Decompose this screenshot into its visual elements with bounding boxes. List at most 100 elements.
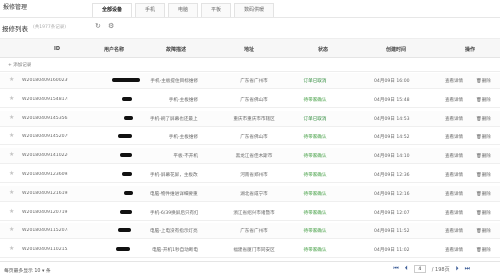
status-badge: 订单已取消 (303, 79, 327, 84)
address: 浙江省绍兴市诸暨市 (233, 210, 275, 216)
delete-button[interactable]: 🗑删除 (476, 191, 491, 197)
status-badge: 待带家确认 (303, 173, 327, 178)
status-badge: 订单已取消 (303, 116, 327, 122)
fault-description: 手机-刷了屏幕也还最上... (150, 116, 198, 122)
redacted-username (124, 115, 133, 120)
view-details-button[interactable]: 查看详情 (445, 228, 463, 234)
star-icon[interactable]: ★ (9, 208, 14, 215)
delete-label: 删除 (481, 116, 491, 122)
col-actions: 操作 (465, 47, 476, 53)
created-time: 04月09日 14:53 (374, 116, 410, 122)
delete-button[interactable]: 🗑删除 (476, 210, 491, 216)
record-id: W201804091548178644... (22, 96, 68, 102)
last-page-icon[interactable]: ⏭ (465, 265, 470, 273)
table-row[interactable]: ★ W201804091102153502... 电脑-开机1秒自动断电 福建省厦门市… (0, 242, 500, 259)
view-details-button[interactable]: 查看详情 (445, 134, 463, 140)
delete-label: 删除 (481, 135, 491, 141)
table-row[interactable]: ★ W201804091410226157... 平板-不开机 黑龙江省佳木斯市 待带家… (0, 148, 500, 165)
col-status[interactable]: 状态 (318, 46, 328, 53)
status-badge: 待带家确认 (303, 210, 327, 216)
created-time: 04月09日 14:10 (374, 154, 410, 160)
delete-label: 删除 (481, 79, 491, 84)
tab-tablet[interactable]: 平板 (201, 3, 232, 17)
star-icon[interactable]: ★ (9, 189, 14, 196)
address: 福建省厦门市同安区 (233, 248, 275, 254)
delete-button[interactable]: 🗑删除 (476, 78, 491, 84)
created-time: 04月09日 12:16 (374, 191, 410, 197)
table-row[interactable]: ★ W201804091236092021... 手机-屏幕花屏，主板改坏... 河南… (0, 167, 500, 183)
delete-button[interactable]: 🗑删除 (476, 134, 491, 140)
tab-phone[interactable]: 手机 (135, 3, 166, 17)
redacted-username (122, 172, 132, 176)
delete-label: 删除 (481, 210, 491, 216)
redacted-username (116, 247, 130, 252)
star-icon[interactable]: ★ (9, 151, 14, 158)
col-created[interactable]: 创建时间 (386, 46, 406, 53)
view-details-button[interactable]: 查看详情 (445, 153, 463, 159)
add-record-button[interactable]: + 添加记录 (8, 62, 31, 68)
created-time: 04月09日 15:48 (374, 97, 410, 103)
per-page-control: 每页最多显示 10 ▾ 条 (4, 267, 51, 274)
pager: ⏮ ⏴ 4 / 198页 ⏵ ⏭ (393, 265, 470, 273)
star-icon[interactable]: ★ (9, 245, 14, 252)
gear-icon[interactable]: ⚙ (108, 22, 114, 30)
delete-button[interactable]: 🗑删除 (476, 116, 491, 122)
star-icon[interactable]: ★ (9, 132, 14, 139)
view-details-button[interactable]: 查看详情 (445, 210, 463, 216)
star-icon[interactable]: ★ (9, 95, 14, 102)
star-icon[interactable]: ★ (9, 114, 14, 121)
total-pages: / 198页 (431, 266, 450, 273)
col-username[interactable]: 用户名称 (104, 46, 124, 53)
fault-description: 平板-不开机 (173, 154, 198, 160)
col-address[interactable]: 地址 (244, 46, 254, 53)
tab-computer[interactable]: 电脑 (168, 3, 199, 17)
table-row[interactable]: ★ W201804091152074768... 电脑-上电没有指示灯亮... 广东省… (0, 223, 500, 240)
view-details-button[interactable]: 查看详情 (445, 97, 463, 103)
per-page-select[interactable]: 10 (34, 269, 40, 274)
next-page-icon[interactable]: ⏵ (456, 265, 459, 273)
fault-description: 手机-6/39换屏后只有红光... (150, 210, 198, 216)
tab-digital[interactable]: 数码供暖 (234, 3, 275, 17)
view-details-button[interactable]: 查看详情 (445, 172, 463, 178)
page-input[interactable]: 4 (413, 265, 426, 273)
fault-description: 手机-主板维修 (168, 97, 198, 103)
status-badge: 待带家确认 (303, 248, 327, 254)
redacted-username (122, 96, 132, 101)
delete-button[interactable]: 🗑删除 (476, 97, 491, 103)
table-row[interactable]: ★ W201804091216198074... 电脑-物件维进详细要重启 湖北省咸宁… (0, 185, 500, 202)
delete-label: 删除 (481, 229, 491, 235)
record-id: W201804091236092021... (22, 172, 68, 177)
table-row[interactable]: ★ W201804091548178644... 手机-主板维修 广东省佛山市 待带家确… (0, 92, 500, 108)
view-details-button[interactable]: 查看详情 (445, 191, 463, 197)
col-id[interactable]: ID (54, 46, 60, 52)
prev-page-icon[interactable]: ⏴ (405, 265, 408, 273)
first-page-icon[interactable]: ⏮ (393, 265, 398, 273)
delete-button[interactable]: 🗑删除 (476, 172, 491, 178)
star-icon[interactable]: ★ (9, 226, 14, 233)
delete-button[interactable]: 🗑删除 (476, 228, 491, 234)
delete-button[interactable]: 🗑删除 (476, 153, 491, 159)
delete-label: 删除 (481, 154, 491, 160)
view-details-button[interactable]: 查看详情 (445, 247, 463, 253)
add-bar: + 添加记录 (0, 59, 500, 72)
record-id: W201804091102153502... (22, 247, 68, 253)
per-page-suffix: 条 (45, 269, 51, 274)
tab-all-devices[interactable]: 全部设备 (92, 3, 133, 17)
star-icon[interactable]: ★ (9, 170, 14, 177)
table-row[interactable]: ★ W201804091600239502... 手机-主板提住目标维修 广东省广州市… (0, 73, 500, 89)
address: 重庆市重庆市市辖区 (233, 116, 275, 122)
col-fault[interactable]: 故障描述 (166, 46, 186, 53)
created-time: 04月09日 12:07 (374, 210, 410, 216)
view-details-button[interactable]: 查看详情 (445, 78, 463, 84)
table-row[interactable]: ★ W201804091207191143... 手机-6/39换屏后只有红光...… (0, 205, 500, 221)
redacted-username (118, 228, 131, 233)
delete-button[interactable]: 🗑删除 (476, 247, 491, 253)
table-row[interactable]: ★ W201804091453565991... 手机-刷了屏幕也还最上... 重庆市… (0, 110, 500, 127)
star-icon[interactable]: ★ (9, 76, 14, 83)
refresh-icon[interactable]: ↻ (95, 22, 101, 30)
chevron-down-icon[interactable]: ▾ (42, 269, 44, 274)
created-time: 04月09日 11:02 (374, 248, 410, 254)
view-details-button[interactable]: 查看详情 (445, 116, 463, 122)
table-row[interactable]: ★ W201804091452079645... 手机-主板维修 广东省佛山市 待带家确… (0, 129, 500, 146)
fault-description: 手机-屏幕花屏，主板改坏... (150, 173, 198, 178)
